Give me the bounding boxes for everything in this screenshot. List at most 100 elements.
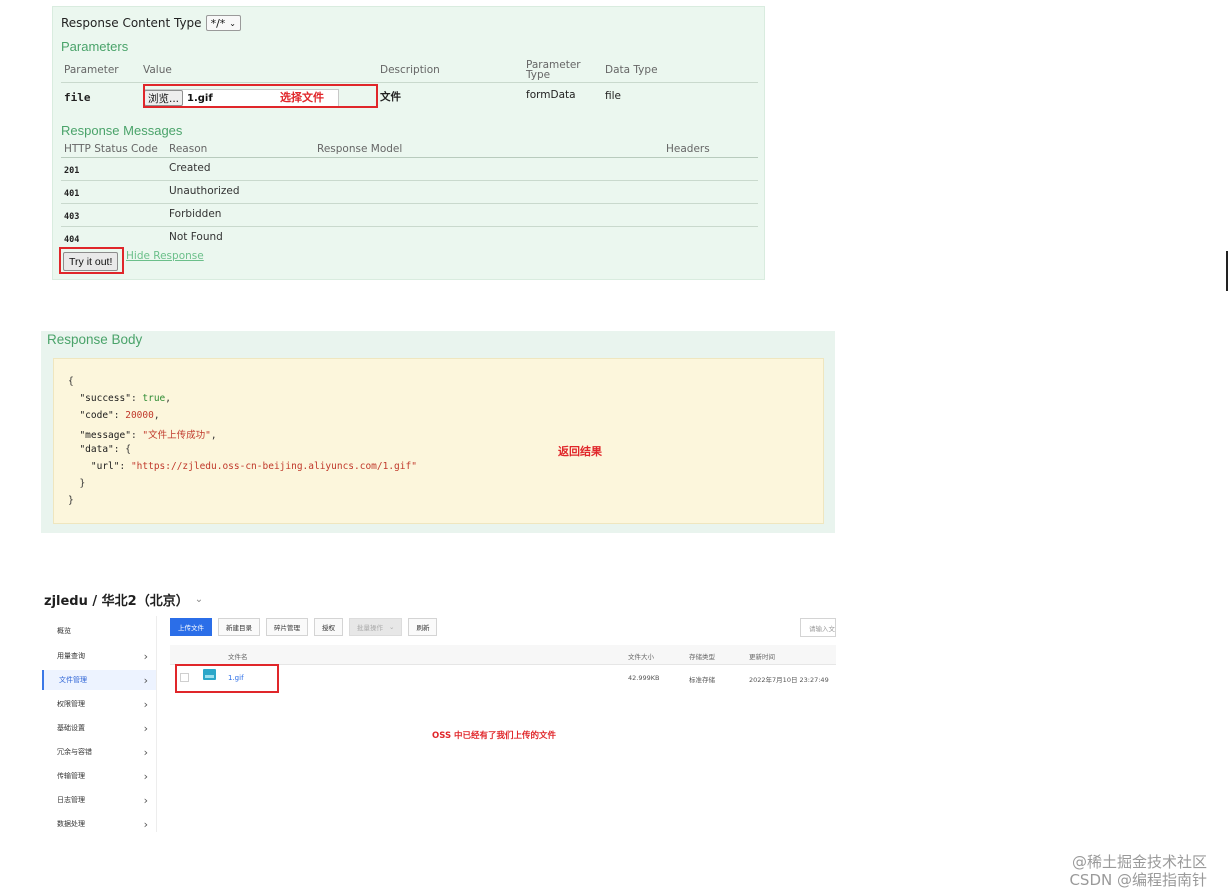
json-success-key: "success" — [79, 393, 131, 404]
reason-unauthorized: Unauthorized — [169, 185, 240, 197]
json-message-line: "message": "文件上传成功", — [79, 430, 217, 441]
reason-forbidden: Forbidden — [169, 208, 222, 220]
sidebar-item-logs[interactable]: 日志管理 › — [42, 790, 156, 810]
json-code-value: 20000 — [125, 410, 154, 421]
file-size: 42.999KB — [628, 674, 660, 682]
json-data-line: "data": { — [79, 444, 131, 455]
authorize-button[interactable]: 授权 — [314, 618, 343, 636]
param-type: formData — [526, 89, 576, 101]
annotation-box-oss-file — [175, 664, 279, 693]
oss-sidebar: 概览 用量查询 › 文件管理 › 权限管理 › 基础设置 › 冗余与容错 › 传… — [42, 616, 157, 832]
sidebar-item-label: 权限管理 — [57, 700, 85, 708]
chevron-right-icon: › — [143, 721, 148, 735]
param-header-type: Parameter Type — [526, 59, 581, 81]
col-file-size: 文件大小 — [628, 653, 654, 661]
col-storage-type: 存储类型 — [689, 653, 715, 661]
search-input[interactable]: 请输入文件名 — [800, 618, 836, 637]
json-close-outer: } — [68, 495, 74, 506]
resp-header-code: HTTP Status Code — [64, 143, 158, 155]
file-updated: 2022年7月10日 23:27:49 — [749, 676, 829, 684]
refresh-button[interactable]: 刷新 — [408, 618, 438, 636]
resp-header-headers: Headers — [666, 143, 710, 155]
response-content-type: Response Content Type */* ⌄ — [61, 15, 241, 31]
annotation-return-result: 返回结果 — [558, 445, 602, 458]
chevron-right-icon: › — [143, 793, 148, 807]
new-directory-button[interactable]: 新建目录 — [218, 618, 260, 636]
annotation-oss-uploaded: OSS 中已经有了我们上传的文件 — [432, 731, 557, 741]
sidebar-item-transfer[interactable]: 传输管理 › — [42, 766, 156, 786]
json-url-line: "url": "https://zjledu.oss-cn-beijing.al… — [90, 461, 417, 472]
chevron-down-icon: ⌄ — [229, 18, 236, 28]
sidebar-item-label: 冗余与容错 — [57, 748, 92, 756]
sidebar-item-label: 概览 — [57, 627, 71, 635]
param-header-parameter: Parameter — [64, 64, 119, 76]
param-header-divider — [61, 82, 758, 83]
col-file-name: 文件名 — [228, 653, 248, 661]
chevron-right-icon: › — [143, 817, 148, 831]
sidebar-item-redundancy[interactable]: 冗余与容错 › — [42, 742, 156, 762]
sidebar-item-permissions[interactable]: 权限管理 › — [42, 694, 156, 714]
sidebar-item-label: 日志管理 — [57, 796, 85, 804]
response-body-title: Response Body — [47, 332, 143, 347]
hide-response-link[interactable]: Hide Response — [126, 250, 204, 262]
sidebar-item-label: 数据处理 — [57, 820, 85, 828]
chevron-down-icon[interactable]: ⌄ — [195, 594, 203, 605]
status-code-404: 404 — [64, 235, 80, 245]
sidebar-item-data-processing[interactable]: 数据处理 › — [42, 814, 156, 834]
row-divider — [61, 180, 758, 181]
reason-not-found: Not Found — [169, 231, 223, 243]
param-header-value: Value — [143, 64, 172, 76]
file-table-header: 文件名 文件大小 存储类型 更新时间 — [170, 645, 836, 665]
file-storage-type: 标准存储 — [689, 676, 715, 684]
json-data-key: "data" — [79, 444, 114, 455]
bucket-title-text: zjledu / 华北2（北京） — [44, 594, 189, 609]
param-header-data-type: Data Type — [605, 64, 658, 76]
upload-file-button[interactable]: 上传文件 — [170, 618, 212, 636]
status-code-201: 201 — [64, 166, 80, 176]
resp-header-model: Response Model — [317, 143, 403, 155]
chevron-right-icon: › — [143, 673, 148, 687]
sidebar-item-overview[interactable]: 概览 — [42, 621, 156, 641]
json-url-value: "https://zjledu.oss-cn-beijing.aliyuncs.… — [130, 461, 417, 472]
json-message-key: "message" — [79, 430, 131, 441]
annotation-select-file: 选择文件 — [280, 91, 324, 104]
status-code-401: 401 — [64, 189, 80, 199]
param-name: file — [64, 91, 91, 104]
param-header-description: Description — [380, 64, 440, 76]
chevron-right-icon: › — [143, 769, 148, 783]
chevron-down-icon: ⌄ — [389, 624, 395, 631]
json-success-value: true — [142, 393, 166, 404]
watermark-csdn: CSDN @编程指南针 — [1069, 871, 1207, 889]
param-data-type: file — [605, 90, 621, 102]
json-open-brace: { — [68, 376, 74, 387]
fragments-button[interactable]: 碎片管理 — [266, 618, 308, 636]
json-close-inner: } — [68, 478, 85, 489]
json-inner-brace: } — [79, 478, 86, 489]
sidebar-item-basic-settings[interactable]: 基础设置 › — [42, 718, 156, 738]
status-code-403: 403 — [64, 212, 80, 222]
json-success-line: "success": true, — [79, 393, 172, 404]
batch-operations-button[interactable]: 批量操作 ⌄ — [349, 618, 403, 636]
chevron-right-icon: › — [143, 649, 148, 663]
response-body-code: { "success": true, "code": 20000, "messa… — [53, 358, 824, 524]
reason-created: Created — [169, 162, 211, 174]
sidebar-item-label: 传输管理 — [57, 772, 85, 780]
try-it-out-button[interactable]: Try it out! — [63, 252, 119, 271]
chevron-right-icon: › — [143, 697, 148, 711]
sidebar-item-label: 基础设置 — [57, 724, 85, 732]
sidebar-item-files[interactable]: 文件管理 › — [42, 670, 156, 690]
resp-header-divider — [61, 157, 758, 158]
content-type-select[interactable]: */* ⌄ — [205, 15, 241, 31]
row-divider — [61, 203, 758, 204]
resp-header-reason: Reason — [169, 143, 208, 155]
row-divider — [61, 226, 758, 227]
json-message-value: "文件上传成功" — [142, 430, 211, 441]
chevron-right-icon: › — [143, 745, 148, 759]
sidebar-item-label: 文件管理 — [59, 676, 87, 684]
oss-toolbar: 上传文件 新建目录 碎片管理 授权 批量操作 ⌄ 刷新 — [170, 618, 438, 636]
param-description: 文件 — [380, 91, 401, 103]
response-content-type-label: Response Content Type — [61, 16, 202, 30]
json-code-key: "code" — [79, 410, 114, 421]
json-code-line: "code": 20000, — [79, 410, 160, 421]
sidebar-item-usage[interactable]: 用量查询 › — [42, 646, 156, 666]
